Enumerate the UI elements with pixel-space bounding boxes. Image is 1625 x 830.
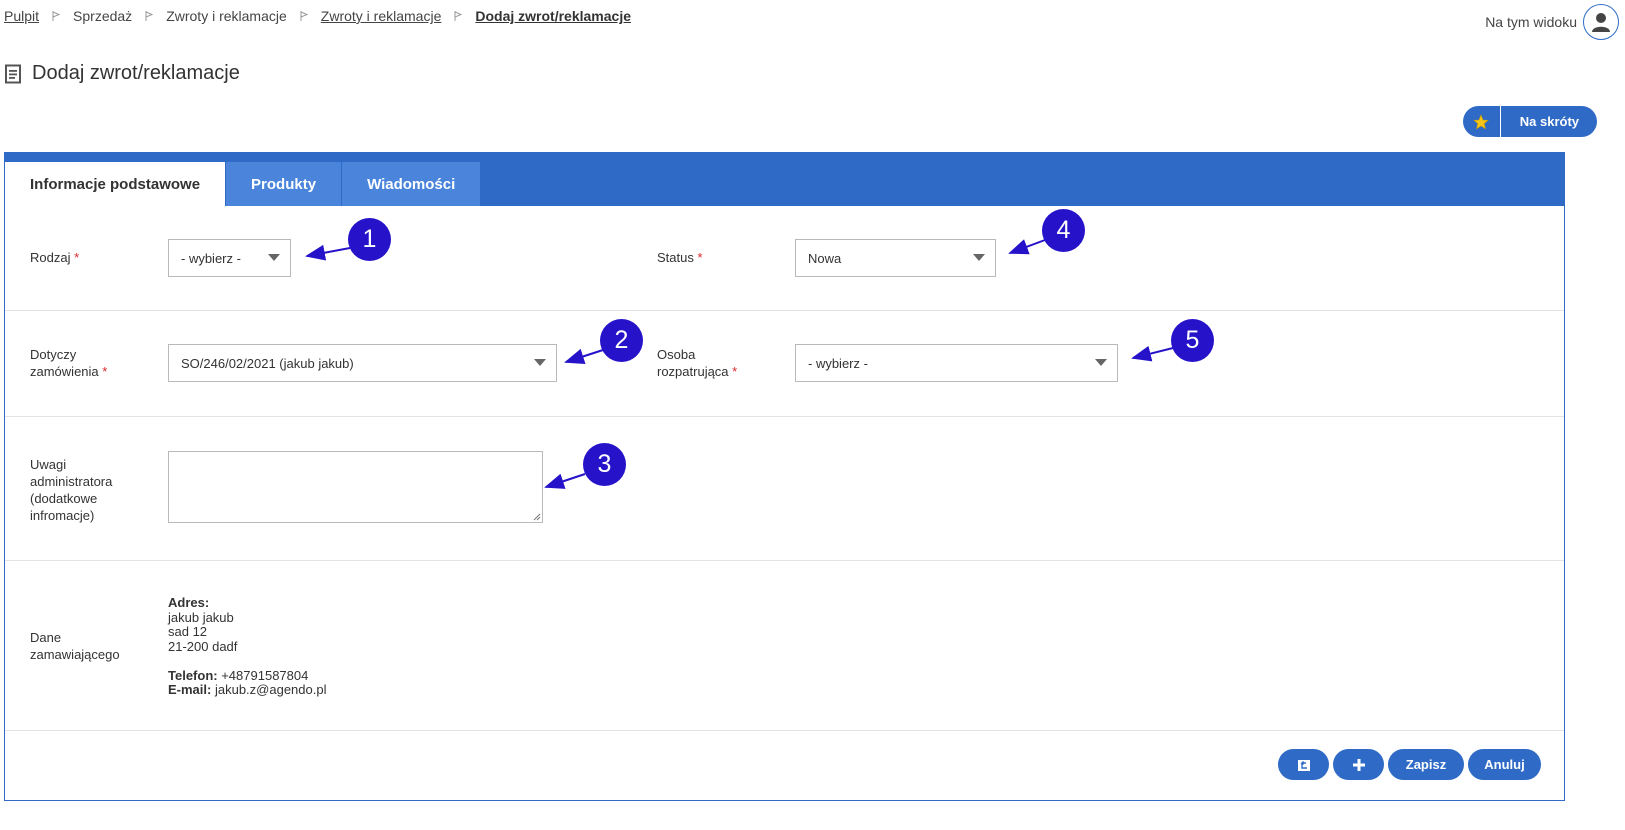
customer-name: jakub jakub: [168, 609, 234, 625]
tab-bar: Informacje podstawowe Produkty Wiadomośc…: [5, 153, 1564, 206]
email-value: jakub.z@agendo.pl: [214, 682, 327, 697]
customer-info: Adres: jakub jakub sad 12 21-200 dadf Te…: [168, 595, 327, 698]
required-mark: *: [74, 250, 80, 265]
form-panel: Informacje podstawowe Produkty Wiadomośc…: [4, 152, 1565, 801]
dotyczy-zamowienia-select[interactable]: SO/246/02/2021 (jakub jakub): [168, 344, 557, 382]
chevron-down-icon: [1095, 359, 1107, 366]
breadcrumb-flag-icon: [39, 10, 73, 22]
status-label: Status *: [657, 249, 703, 266]
form-row-uwagi: Uwagi administratora (dodatkowe infromac…: [5, 417, 1564, 561]
chevron-down-icon: [268, 254, 280, 261]
rodzaj-select-value: - wybierz -: [181, 250, 241, 266]
dane-label-line1: Dane: [30, 630, 62, 645]
rodzaj-select[interactable]: - wybierz -: [168, 239, 291, 277]
rodzaj-label: Rodzaj *: [30, 249, 79, 266]
callout-2: 2: [600, 319, 643, 362]
breadcrumb-flag-icon: [132, 10, 166, 22]
page-title: Dodaj zwrot/reklamacje: [32, 62, 240, 84]
dane-label: Dane zamawiającego: [30, 629, 120, 663]
customer-street: sad 12: [168, 624, 208, 639]
resize-grip-icon[interactable]: [533, 513, 541, 521]
rodzaj-label-text: Rodzaj: [30, 250, 71, 265]
view-controls: Na tym widoku: [1485, 4, 1619, 40]
customer-city: 21-200 dadf: [168, 638, 238, 654]
breadcrumb-item-zwroty: Zwroty i reklamacje: [166, 8, 287, 24]
required-mark: *: [102, 364, 108, 379]
osoba-label-line2: rozpatrująca: [657, 364, 729, 379]
uwagi-textarea[interactable]: [168, 451, 543, 523]
osoba-select-value: - wybierz -: [808, 355, 868, 371]
breadcrumb-item-sprzedaz: Sprzedaż: [73, 8, 133, 24]
callout-4: 4: [1042, 209, 1085, 252]
chevron-down-icon: [973, 254, 985, 261]
tab-informacje-podstawowe[interactable]: Informacje podstawowe: [5, 162, 227, 206]
form-row-dane: Dane zamawiającego Adres: jakub jakub sa…: [5, 561, 1564, 731]
star-icon: [1463, 106, 1501, 137]
uwagi-label-line4: infromacje): [30, 508, 95, 523]
breadcrumb: Pulpit Sprzedaż Zwroty i reklamacje Zwro…: [4, 8, 631, 24]
breadcrumb-flag-icon: [287, 10, 321, 22]
uwagi-label-line1: Uwagi: [30, 457, 67, 472]
chevron-down-icon: [534, 359, 546, 366]
shortcuts-button[interactable]: Na skróty: [1462, 106, 1597, 137]
form-row-dotyczy-osoba: Dotyczy zamówienia * SO/246/02/2021 (jak…: [5, 311, 1564, 417]
shortcuts-label: Na skróty: [1519, 114, 1579, 129]
dane-label-line2: zamawiającego: [30, 647, 120, 662]
osoba-label: Osoba rozpatrująca *: [657, 346, 737, 380]
add-button[interactable]: [1333, 749, 1384, 780]
back-to-list-button[interactable]: [1278, 749, 1329, 780]
breadcrumb-flag-icon: [441, 10, 475, 22]
dotyczy-select-value: SO/246/02/2021 (jakub jakub): [181, 355, 354, 371]
breadcrumb-item-zwroty-link[interactable]: Zwroty i reklamacje: [321, 8, 442, 24]
view-label: Na tym widoku: [1485, 14, 1577, 30]
dotyczy-label-line2: zamówienia: [30, 364, 99, 379]
callout-3: 3: [583, 443, 626, 486]
dotyczy-label: Dotyczy zamówienia *: [30, 346, 107, 380]
tab-wiadomosci[interactable]: Wiadomości: [342, 162, 482, 206]
osoba-label-line1: Osoba: [657, 347, 696, 362]
form-row-rodzaj-status: Rodzaj * - wybierz - Status * Nowa: [5, 206, 1564, 311]
callout-5: 5: [1171, 319, 1214, 362]
return-icon: [1297, 759, 1310, 771]
plus-icon: [1352, 758, 1365, 771]
breadcrumb-item-pulpit[interactable]: Pulpit: [4, 8, 39, 24]
save-button[interactable]: Zapisz: [1388, 749, 1464, 780]
uwagi-label-line2: administratora: [30, 474, 113, 489]
document-icon: [5, 64, 21, 83]
required-mark: *: [732, 364, 738, 379]
osoba-rozpatrujaca-select[interactable]: - wybierz -: [795, 344, 1118, 382]
email-label: E-mail:: [168, 682, 212, 697]
page-title-wrap: Dodaj zwrot/reklamacje: [4, 62, 240, 85]
uwagi-label: Uwagi administratora (dodatkowe infromac…: [30, 456, 112, 524]
user-icon: [1592, 13, 1610, 32]
required-mark: *: [697, 250, 703, 265]
status-select-value: Nowa: [808, 250, 842, 266]
breadcrumb-item-current[interactable]: Dodaj zwrot/reklamacje: [475, 8, 631, 24]
uwagi-label-line3: (dodatkowe: [30, 491, 98, 506]
tab-produkty[interactable]: Produkty: [226, 162, 343, 206]
callout-1: 1: [348, 218, 391, 261]
user-avatar-button[interactable]: [1583, 4, 1619, 40]
status-select[interactable]: Nowa: [795, 239, 996, 277]
dotyczy-label-line1: Dotyczy: [30, 347, 77, 362]
phone-value: +48791587804: [221, 667, 309, 683]
address-label: Adres:: [168, 595, 210, 610]
cancel-button[interactable]: Anuluj: [1468, 749, 1541, 780]
phone-label: Telefon:: [168, 667, 218, 683]
status-label-text: Status: [657, 250, 694, 265]
